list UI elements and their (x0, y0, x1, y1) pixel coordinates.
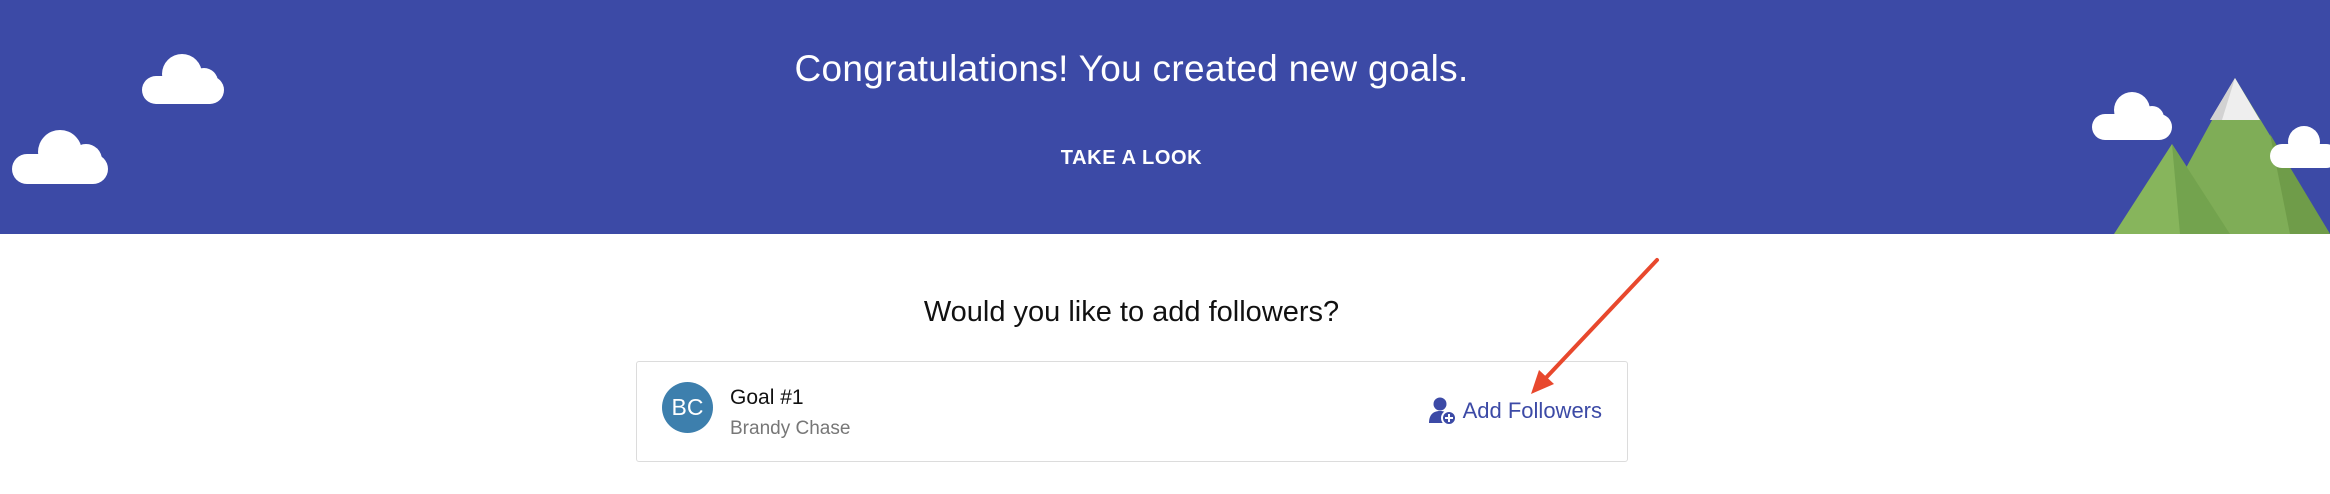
add-followers-button[interactable]: Add Followers (1428, 396, 1602, 426)
take-a-look-button[interactable]: TAKE A LOOK (1040, 140, 1223, 176)
avatar: BC (662, 382, 713, 433)
success-banner: Congratulations! You created new goals. … (0, 0, 2330, 234)
goal-owner: Brandy Chase (730, 418, 851, 439)
goal-title: Goal #1 (730, 386, 804, 409)
cloud-icon (12, 130, 108, 184)
goal-card: BC Goal #1 Brandy Chase Add Followers (636, 361, 1628, 462)
banner-title: Congratulations! You created new goals. (794, 48, 1469, 89)
add-user-icon (1428, 396, 1457, 426)
cloud-icon (2270, 126, 2330, 168)
add-followers-label: Add Followers (1462, 398, 1602, 423)
followers-question: Would you like to add followers? (923, 296, 1340, 328)
